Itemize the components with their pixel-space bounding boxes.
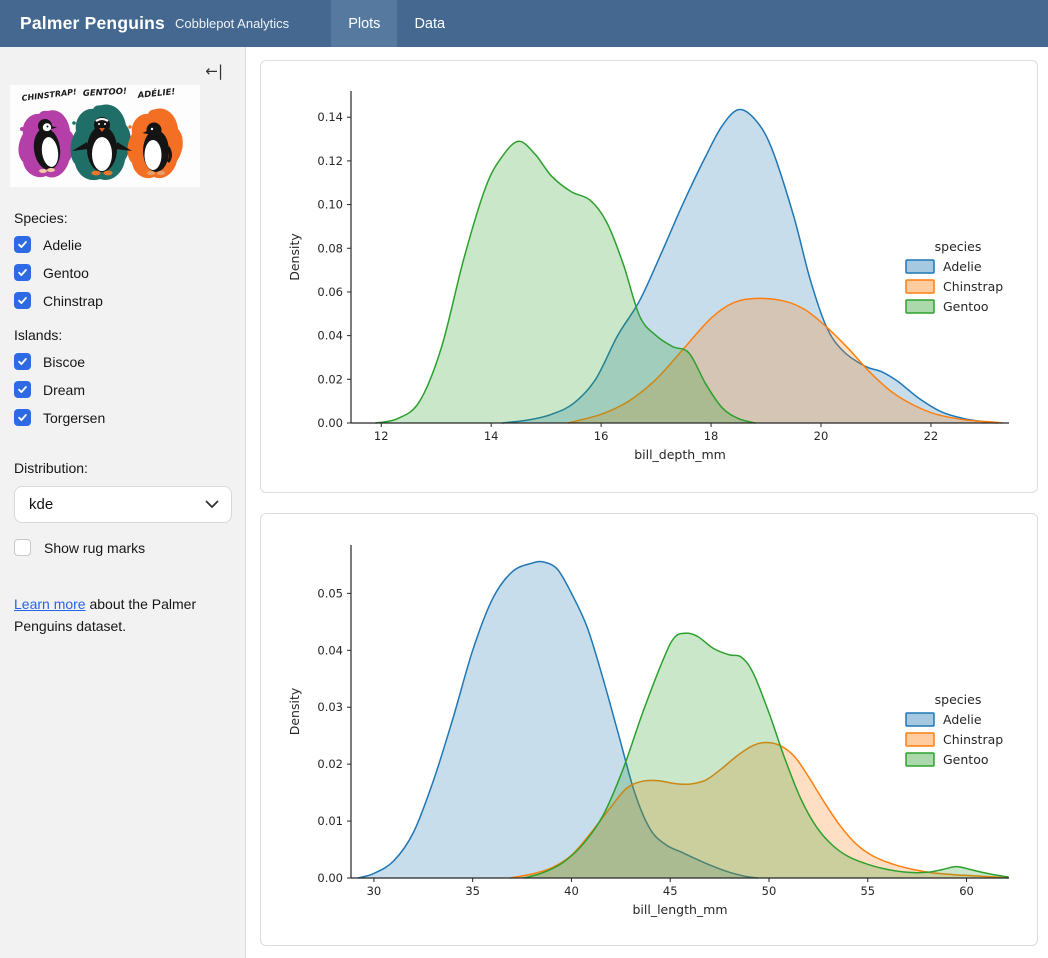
checkbox-row-adelie[interactable]: Adelie — [14, 236, 231, 253]
svg-text:16: 16 — [594, 429, 609, 443]
svg-text:45: 45 — [663, 884, 678, 898]
svg-text:Chinstrap: Chinstrap — [943, 279, 1003, 294]
svg-text:Chinstrap: Chinstrap — [943, 732, 1003, 747]
check-icon — [17, 239, 28, 250]
bill-length-plot-card: 30 35 40 45 50 55 60 0.00 0.01 0.02 0.03 0.04 0.05 bi… — [260, 513, 1038, 946]
checkbox-label-chinstrap: Chinstrap — [43, 293, 103, 309]
app-subtitle: Cobblepot Analytics — [175, 16, 289, 31]
check-icon — [17, 412, 28, 423]
rug-marks-row[interactable]: Show rug marks — [14, 539, 231, 556]
checkbox-row-gentoo[interactable]: Gentoo — [14, 264, 231, 281]
svg-text:0.03: 0.03 — [317, 700, 343, 714]
checkbox-row-chinstrap[interactable]: Chinstrap — [14, 292, 231, 309]
checkbox-row-biscoe[interactable]: Biscoe — [14, 353, 231, 370]
checkbox-label-torgersen: Torgersen — [43, 410, 105, 426]
main-content: 12 14 16 18 20 22 0.00 0.02 0.04 0.06 0.08 0.10 0.12… — [246, 47, 1048, 958]
svg-text:Adelie: Adelie — [943, 259, 982, 274]
svg-text:55: 55 — [860, 884, 875, 898]
checkbox-label-biscoe: Biscoe — [43, 354, 85, 370]
svg-text:Density: Density — [287, 233, 302, 281]
footer-note: Learn more about the Palmer Penguins dat… — [14, 594, 214, 637]
svg-text:60: 60 — [959, 884, 974, 898]
svg-text:22: 22 — [924, 429, 939, 443]
nav-tabs: Plots Data — [331, 0, 462, 47]
svg-text:bill_depth_mm: bill_depth_mm — [634, 447, 726, 462]
svg-text:14: 14 — [484, 429, 499, 443]
svg-text:species: species — [935, 692, 982, 707]
tab-data[interactable]: Data — [397, 0, 462, 47]
app-title: Palmer Penguins — [20, 13, 165, 34]
rug-marks-label: Show rug marks — [44, 540, 145, 556]
checkbox-dream[interactable] — [14, 381, 31, 398]
checkbox-label-gentoo: Gentoo — [43, 265, 89, 281]
svg-text:0.02: 0.02 — [317, 372, 343, 386]
svg-text:0.08: 0.08 — [317, 241, 343, 255]
svg-text:40: 40 — [564, 884, 579, 898]
sidebar-collapse-button[interactable]: ←| — [205, 62, 223, 80]
svg-text:0.04: 0.04 — [317, 329, 343, 343]
svg-text:Density: Density — [287, 687, 302, 735]
svg-text:50: 50 — [762, 884, 777, 898]
svg-text:0.10: 0.10 — [317, 198, 343, 212]
svg-text:Adelie: Adelie — [943, 712, 982, 727]
svg-text:12: 12 — [374, 429, 389, 443]
svg-text:Gentoo: Gentoo — [943, 299, 989, 314]
svg-text:Gentoo: Gentoo — [943, 752, 989, 767]
svg-text:20: 20 — [814, 429, 829, 443]
svg-text:species: species — [935, 239, 982, 254]
svg-text:0.05: 0.05 — [317, 586, 343, 600]
svg-text:35: 35 — [465, 884, 480, 898]
svg-text:0.00: 0.00 — [317, 871, 343, 885]
distribution-label: Distribution: — [14, 460, 231, 476]
checkbox-label-dream: Dream — [43, 382, 85, 398]
bill-depth-kde-chart: 12 14 16 18 20 22 0.00 0.02 0.04 0.06 0.08 0.10 0.12… — [261, 61, 1037, 492]
checkbox-adelie[interactable] — [14, 236, 31, 253]
penguin-artwork: CHINSTRAP! GENTOO! ADÉLIE! — [10, 85, 200, 187]
chevron-down-icon — [205, 500, 219, 509]
checkbox-label-adelie: Adelie — [43, 237, 82, 253]
distribution-select[interactable]: kde — [14, 486, 232, 523]
navbar: Palmer Penguins Cobblepot Analytics Plot… — [0, 0, 1048, 47]
rug-marks-checkbox[interactable] — [14, 539, 31, 556]
check-icon — [17, 356, 28, 367]
checkbox-chinstrap[interactable] — [14, 292, 31, 309]
svg-text:0.00: 0.00 — [317, 416, 343, 430]
svg-text:0.04: 0.04 — [317, 643, 343, 657]
checkbox-row-torgersen[interactable]: Torgersen — [14, 409, 231, 426]
sidebar: ←| — [0, 47, 246, 958]
tab-plots[interactable]: Plots — [331, 0, 397, 47]
check-icon — [17, 384, 28, 395]
distribution-select-value: kde — [29, 496, 205, 513]
check-icon — [17, 295, 28, 306]
bill-depth-plot-card: 12 14 16 18 20 22 0.00 0.02 0.04 0.06 0.08 0.10 0.12… — [260, 60, 1038, 493]
checkbox-gentoo[interactable] — [14, 264, 31, 281]
check-icon — [17, 267, 28, 278]
svg-text:0.01: 0.01 — [317, 814, 343, 828]
bill-length-kde-chart: 30 35 40 45 50 55 60 0.00 0.01 0.02 0.03 0.04 0.05 bi… — [261, 514, 1037, 945]
svg-text:0.14: 0.14 — [317, 110, 343, 124]
learn-more-link[interactable]: Learn more — [14, 596, 86, 612]
checkbox-row-dream[interactable]: Dream — [14, 381, 231, 398]
svg-text:0.02: 0.02 — [317, 757, 343, 771]
checkbox-torgersen[interactable] — [14, 409, 31, 426]
svg-text:18: 18 — [704, 429, 719, 443]
svg-text:0.12: 0.12 — [317, 154, 343, 168]
islands-group-label: Islands: — [14, 327, 231, 343]
svg-text:0.06: 0.06 — [317, 285, 343, 299]
svg-text:30: 30 — [367, 884, 382, 898]
brand: Palmer Penguins Cobblepot Analytics — [0, 0, 289, 47]
collapse-left-icon: ←| — [205, 62, 223, 80]
checkbox-biscoe[interactable] — [14, 353, 31, 370]
svg-text:bill_length_mm: bill_length_mm — [632, 902, 727, 917]
species-group-label: Species: — [14, 210, 231, 226]
